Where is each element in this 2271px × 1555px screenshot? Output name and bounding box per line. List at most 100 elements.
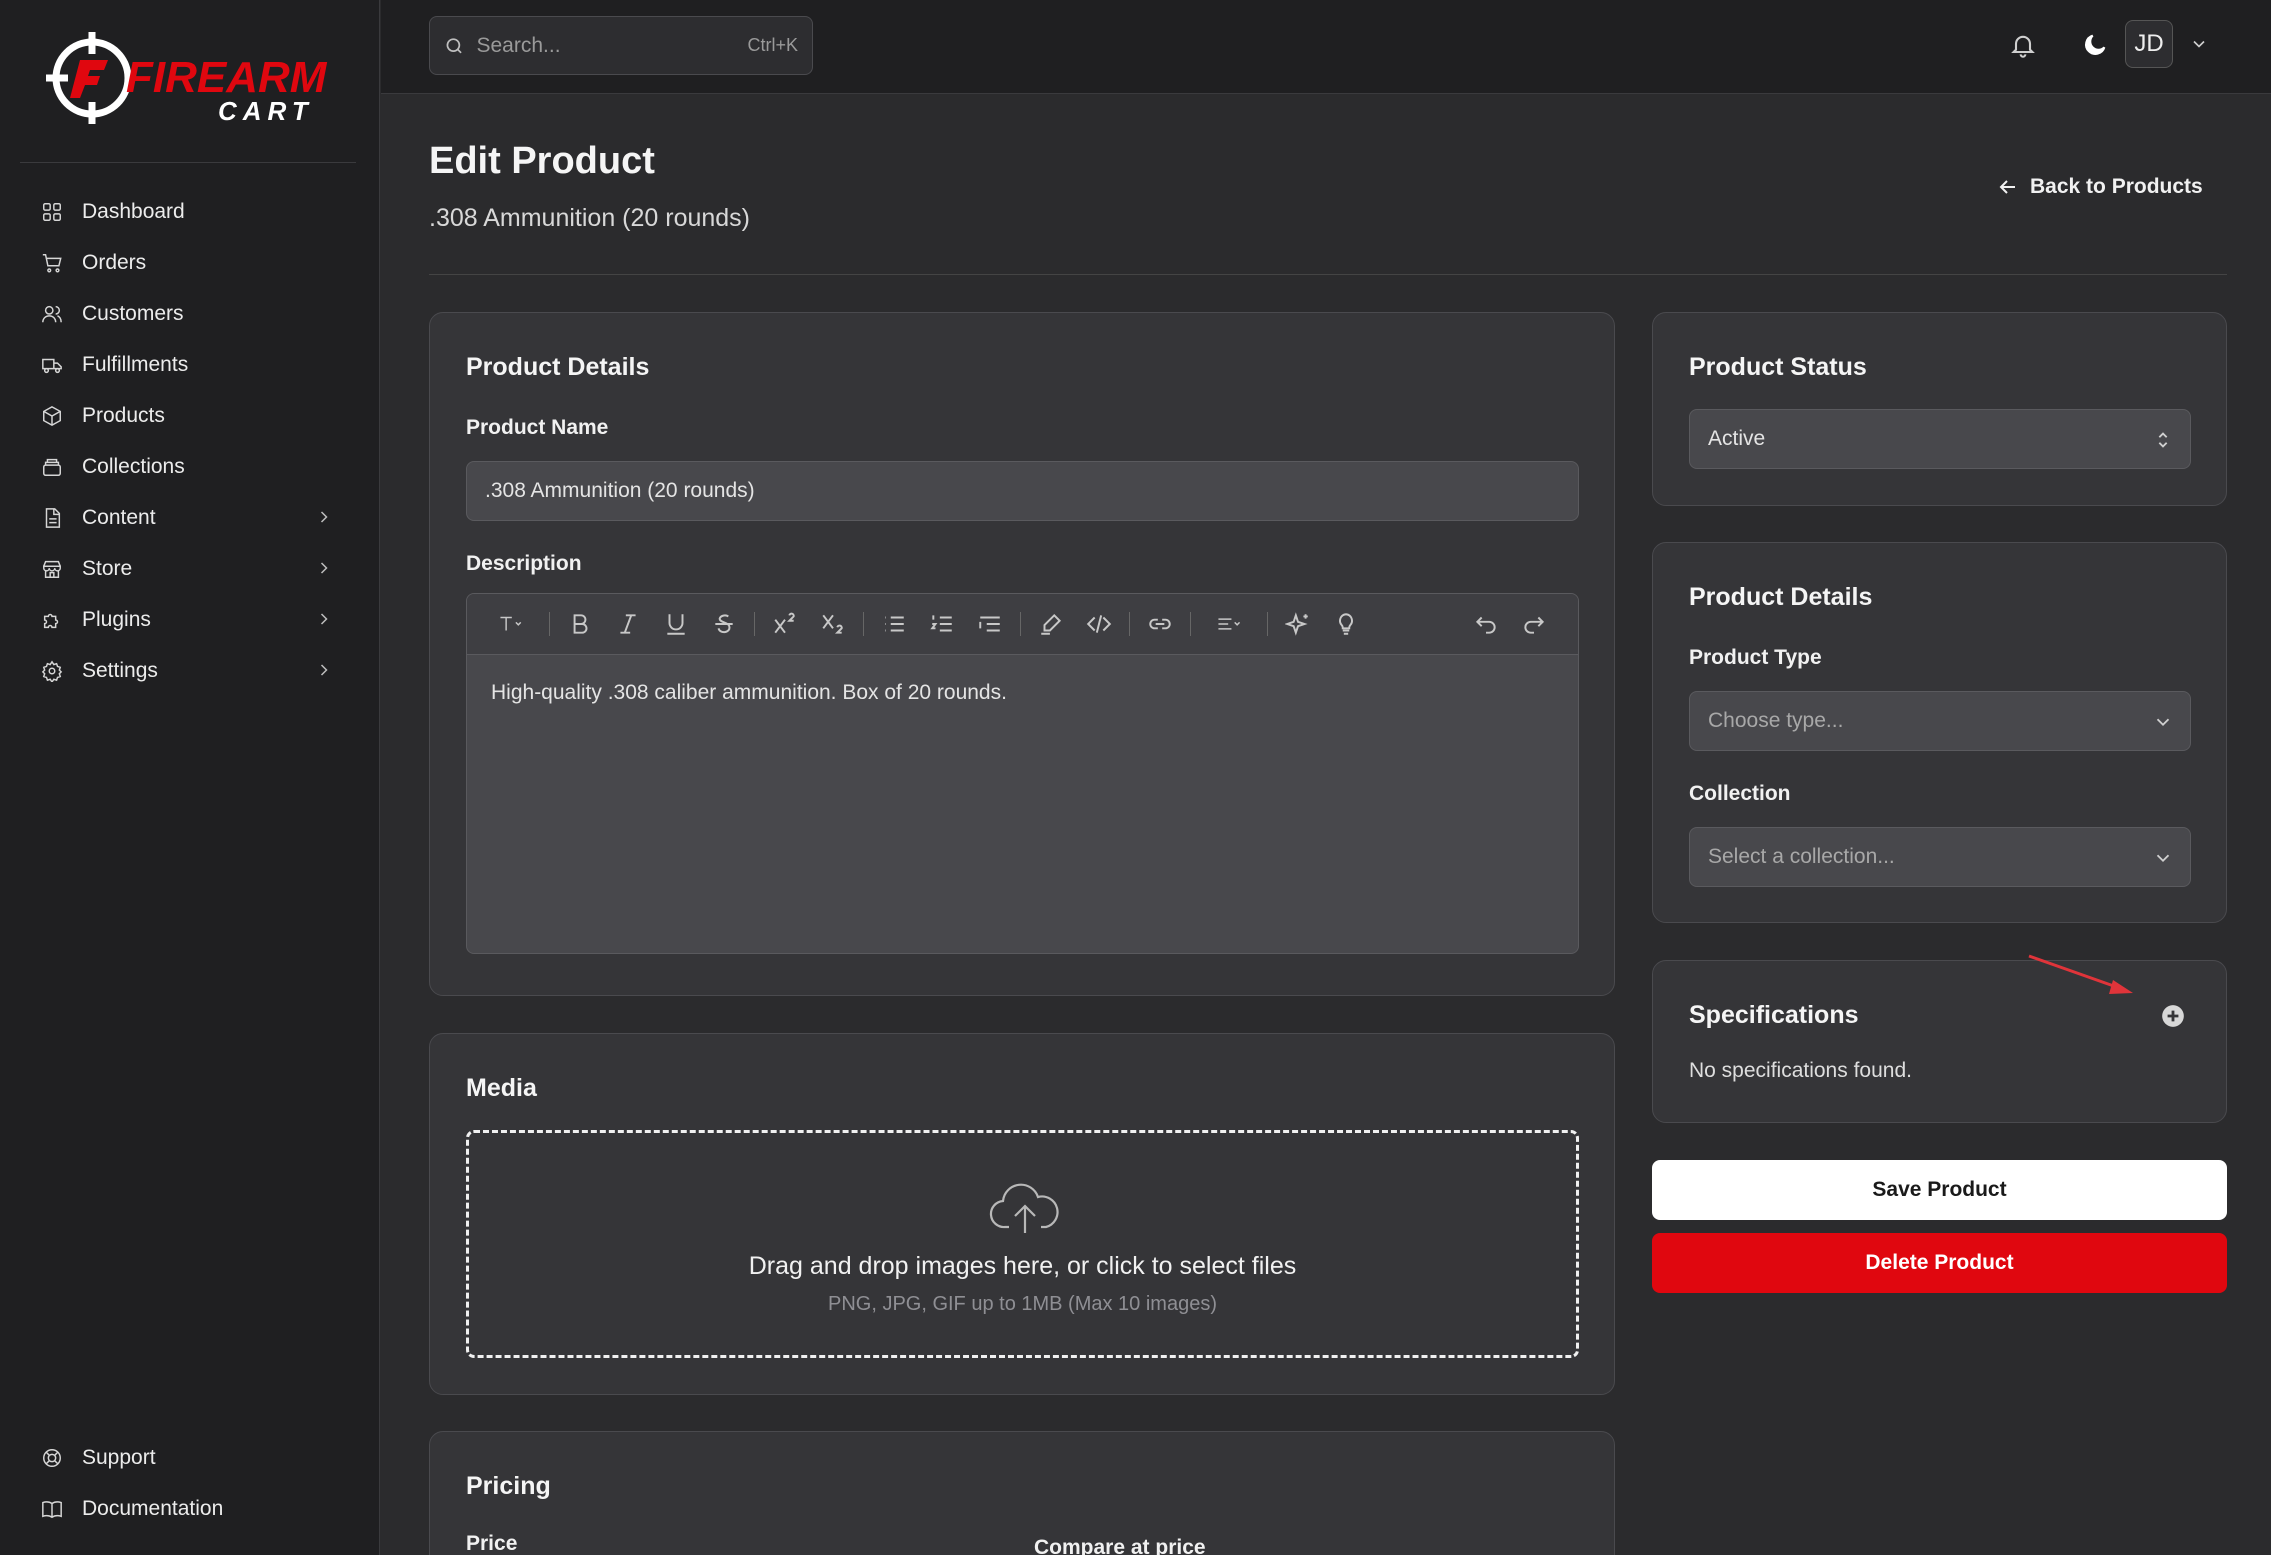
page-subtitle: .308 Ammunition (20 rounds) [429, 204, 751, 232]
sidebar-item-plugins[interactable]: Plugins [20, 594, 356, 645]
delete-product-button[interactable]: Delete Product [1652, 1233, 2227, 1293]
sidebar-item-label: Orders [82, 250, 147, 274]
back-to-products-link[interactable]: Back to Products [1996, 175, 2203, 199]
sidebar-item-support[interactable]: Support [20, 1432, 356, 1483]
media-card: Media Drag and drop images here, or clic… [429, 1033, 1615, 1395]
sidebar-item-dashboard[interactable]: Dashboard [20, 186, 356, 237]
highlighter-icon[interactable] [1031, 604, 1071, 644]
book-icon [40, 1497, 64, 1521]
save-product-button[interactable]: Save Product [1652, 1160, 2227, 1220]
file-icon [40, 506, 64, 530]
toolbar-divider [1267, 612, 1268, 636]
lifebuoy-icon [40, 1446, 64, 1470]
align-icon[interactable] [1201, 604, 1257, 644]
status-select[interactable]: Active [1689, 409, 2191, 469]
undo-icon[interactable] [1466, 604, 1506, 644]
card-title: Specifications [1689, 1001, 1859, 1029]
sidebar-item-label: Customers [82, 301, 184, 325]
svg-text:FIREARM: FIREARM [126, 53, 328, 102]
product-status-card: Product Status Active [1652, 312, 2227, 506]
sidebar-item-fulfillments[interactable]: Fulfillments [20, 339, 356, 390]
search-input[interactable] [476, 33, 748, 58]
sidebar-item-store[interactable]: Store [20, 543, 356, 594]
users-icon [40, 302, 64, 326]
avatar[interactable]: JD [2125, 20, 2173, 68]
annotation-arrow-icon [2028, 954, 2133, 994]
sidebar-item-label: Plugins [82, 607, 151, 631]
card-title: Product Details [1689, 583, 1873, 611]
toolbar-divider [1020, 612, 1021, 636]
subscript-icon[interactable] [813, 604, 853, 644]
status-value: Active [1708, 427, 1766, 450]
strikethrough-icon[interactable] [704, 604, 744, 644]
description-label: Description [466, 552, 582, 575]
store-icon [40, 557, 64, 581]
indent-list-icon[interactable] [970, 604, 1010, 644]
back-link-label: Back to Products [2030, 175, 2203, 198]
search-shortcut: Ctrl+K [747, 35, 798, 55]
chevron-down-icon [2152, 711, 2174, 733]
sidebar-item-products[interactable]: Products [20, 390, 356, 441]
collection-label: Collection [1689, 782, 1791, 805]
svg-text:CART: CART [218, 96, 314, 126]
card-title: Product Details [466, 353, 650, 381]
sidebar-item-orders[interactable]: Orders [20, 237, 356, 288]
box-icon [40, 404, 64, 428]
search-box[interactable]: Ctrl+K [429, 16, 813, 75]
card-title: Product Status [1689, 353, 1867, 381]
add-specification-icon[interactable] [2160, 1003, 2186, 1029]
sidebar-item-label: Content [82, 505, 156, 529]
lightbulb-icon[interactable] [1326, 604, 1366, 644]
code-icon[interactable] [1079, 604, 1119, 644]
sidebar-divider [20, 162, 356, 163]
sidebar-nav: Dashboard Orders Customers Fulfillments … [20, 186, 356, 696]
sidebar-item-customers[interactable]: Customers [20, 288, 356, 339]
link-icon[interactable] [1140, 604, 1180, 644]
firearm-cart-logo[interactable]: FIREARM CART [42, 30, 342, 130]
dropzone-hint: PNG, JPG, GIF up to 1MB (Max 10 images) [827, 1293, 1217, 1315]
sidebar-item-label: Dashboard [82, 199, 185, 223]
sidebar-item-label: Collections [82, 454, 185, 478]
numbered-list-icon[interactable] [922, 604, 962, 644]
sidebar: FIREARM CART Dashboard Orders Customers … [0, 0, 380, 1555]
italic-icon[interactable] [608, 604, 648, 644]
product-type-card: Product Details Product Type Choose type… [1652, 542, 2227, 923]
product-name-field[interactable]: .308 Ammunition (20 rounds) [466, 461, 1579, 521]
card-title: Pricing [466, 1472, 551, 1500]
moon-icon[interactable] [2077, 27, 2113, 63]
chevron-right-icon [314, 507, 334, 527]
product-name-value: .308 Ammunition (20 rounds) [485, 479, 755, 502]
bell-icon[interactable] [2005, 27, 2041, 63]
editor-toolbar [467, 594, 1578, 655]
arrow-left-icon [1999, 180, 2015, 194]
chevron-up-down-icon [2152, 429, 2174, 451]
chevron-right-icon [314, 558, 334, 578]
bullet-list-icon[interactable] [874, 604, 914, 644]
redo-icon[interactable] [1514, 604, 1554, 644]
sidebar-item-settings[interactable]: Settings [20, 645, 356, 696]
sidebar-footer: Support Documentation [20, 1432, 356, 1534]
sidebar-item-label: Documentation [82, 1496, 224, 1520]
app: FIREARM CART Dashboard Orders Customers … [0, 0, 2271, 1555]
collection-select[interactable]: Select a collection... [1689, 827, 2191, 887]
description-text-area[interactable]: High-quality .308 caliber ammunition. Bo… [467, 655, 1578, 731]
sidebar-item-documentation[interactable]: Documentation [20, 1483, 356, 1534]
truck-icon [40, 353, 64, 377]
toolbar-divider [863, 612, 864, 636]
underline-icon[interactable] [656, 604, 696, 644]
product-type-select[interactable]: Choose type... [1689, 691, 2191, 751]
sparkles-icon[interactable] [1278, 604, 1318, 644]
cloud-upload-icon [989, 1177, 1061, 1237]
collection-placeholder: Select a collection... [1708, 845, 1895, 868]
sidebar-item-label: Support [82, 1445, 156, 1469]
text-style-icon[interactable] [483, 604, 539, 644]
sidebar-item-content[interactable]: Content [20, 492, 356, 543]
sidebar-item-collections[interactable]: Collections [20, 441, 356, 492]
chevron-down-icon [2152, 847, 2174, 869]
page-title: Edit Product [429, 140, 655, 182]
bold-icon[interactable] [560, 604, 600, 644]
dropzone-text: Drag and drop images here, or click to s… [748, 1252, 1297, 1280]
chevron-down-icon[interactable] [2189, 34, 2209, 54]
image-dropzone[interactable]: Drag and drop images here, or click to s… [466, 1130, 1579, 1358]
superscript-icon[interactable] [765, 604, 805, 644]
